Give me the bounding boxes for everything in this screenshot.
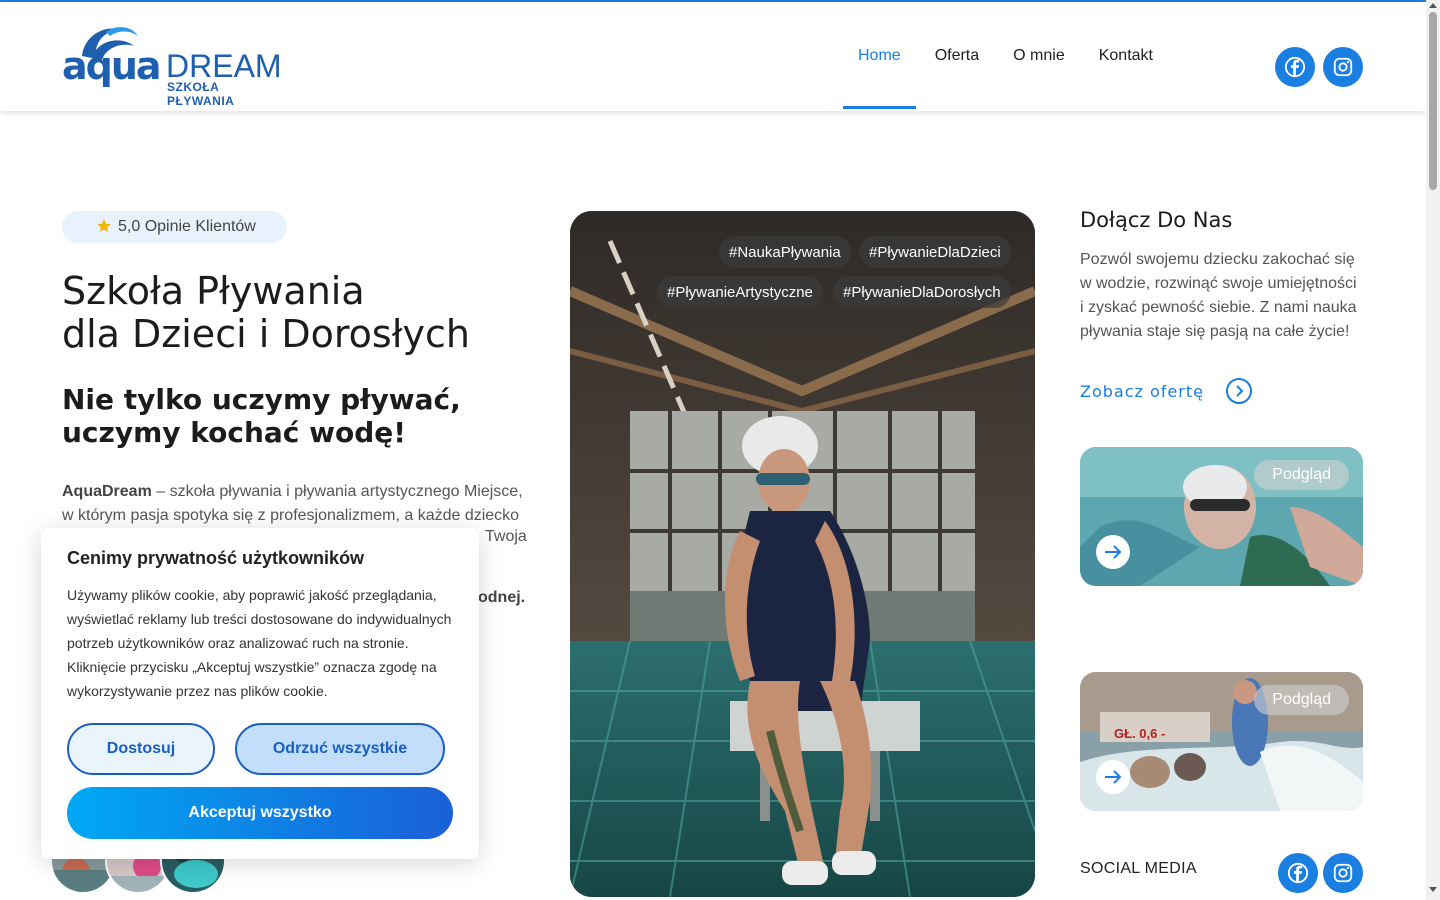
depth-sign: GŁ. 0,6 - (1114, 726, 1166, 741)
page-subtitle: Nie tylko uczymy pływać, uczymy kochać w… (62, 383, 461, 449)
nav-item-kontakt[interactable]: Kontakt (1084, 2, 1168, 109)
hashtag-plywanie-dla-doroslych[interactable]: #PływanieDlaDorosłych (833, 276, 1011, 308)
cookie-consent-panel: Cenimy prywatność użytkowników Używamy p… (41, 528, 479, 859)
title-line-2: dla Dzieci i Dorosłych (62, 312, 470, 356)
scrollbar-thumb[interactable] (1429, 12, 1437, 190)
arrow-right-icon (1105, 770, 1122, 784)
subtitle-line-2: uczymy kochać wodę! (62, 416, 407, 449)
preview-card-1[interactable]: Podgląd (1080, 447, 1363, 586)
chevron-right-icon (1225, 378, 1252, 404)
hashtag-plywanie-artystyczne[interactable]: #PływanieArtystyczne (657, 276, 823, 308)
subtitle-line-1: Nie tylko uczymy pływać, (62, 383, 461, 416)
intro-paragraph: AquaDream – szkoła pływania i pływania a… (62, 480, 532, 528)
facebook-icon (1284, 56, 1306, 78)
title-line-1: Szkoła Pływania (62, 269, 365, 313)
main-nav: Home Oferta O mnie Kontakt (843, 2, 1172, 109)
customize-button[interactable]: Dostosuj (67, 723, 215, 775)
intro-brand: AquaDream (62, 483, 152, 500)
scroll-down-arrow-icon[interactable] (1429, 887, 1437, 892)
rating-badge: 5,0 Opinie Klientów (62, 211, 287, 243)
see-offer-link[interactable]: Zobacz ofertę (1080, 378, 1252, 404)
join-heading: Dołącz Do Nas (1080, 208, 1233, 232)
scrollbar[interactable] (1426, 0, 1440, 900)
join-text: Pozwól swojemu dziecku zakochać się w wo… (1080, 251, 1357, 340)
hero-image: #NaukaPływania #PływanieDlaDzieci #Pływa… (570, 211, 1035, 897)
instagram-button[interactable] (1323, 47, 1363, 87)
nav-item-oferta[interactable]: Oferta (920, 2, 994, 109)
hashtag-plywanie-dla-dzieci[interactable]: #PływanieDlaDzieci (859, 236, 1011, 268)
cookie-title: Cenimy prywatność użytkowników (67, 548, 365, 568)
preview-card-2[interactable]: GŁ. 0,6 - Podgląd (1080, 672, 1363, 811)
nav-item-o-mnie[interactable]: O mnie (998, 2, 1080, 109)
page-title: Szkoła Pływania dla Dzieci i Dorosłych (62, 270, 470, 356)
hashtag-nauka-plywania[interactable]: #NaukaPływania (719, 236, 851, 268)
facebook-icon (1287, 862, 1309, 884)
instagram-icon (1333, 863, 1353, 883)
logo-subtitle: SZKOŁA PŁYWANIA (167, 80, 235, 108)
instagram-button[interactable] (1323, 853, 1363, 893)
logo[interactable]: aqua DREAM SZKOŁA PŁYWANIA (62, 22, 282, 108)
preview-badge: Podgląd (1254, 460, 1349, 490)
cookie-text: Używamy plików cookie, aby poprawić jako… (67, 587, 452, 699)
scroll-up-arrow-icon[interactable] (1429, 3, 1437, 8)
arrow-right-icon (1105, 545, 1122, 559)
swimmer-photo (570, 211, 1035, 897)
site-header: aqua DREAM SZKOŁA PŁYWANIA Home Oferta O… (0, 2, 1426, 111)
social-media-label: SOCIAL MEDIA (1080, 860, 1197, 877)
instagram-icon (1333, 57, 1353, 77)
arrow-right-button[interactable] (1096, 535, 1130, 569)
reject-all-button[interactable]: Odrzuć wszystkie (235, 723, 445, 775)
preview-badge: Podgląd (1254, 685, 1349, 715)
intro-emphasis-end: odnej. (478, 589, 526, 606)
star-icon (97, 219, 111, 232)
facebook-button[interactable] (1275, 47, 1315, 87)
rating-label: 5,0 Opinie Klientów (118, 218, 256, 235)
logo-aqua-text: aqua (62, 44, 162, 88)
arrow-right-button[interactable] (1096, 760, 1130, 794)
see-offer-label: Zobacz ofertę (1080, 381, 1204, 401)
accept-all-button[interactable]: Akceptuj wszystko (67, 787, 453, 839)
nav-item-home[interactable]: Home (843, 2, 916, 109)
intro-text-tail: Twoja (485, 528, 527, 545)
facebook-button[interactable] (1278, 853, 1318, 893)
